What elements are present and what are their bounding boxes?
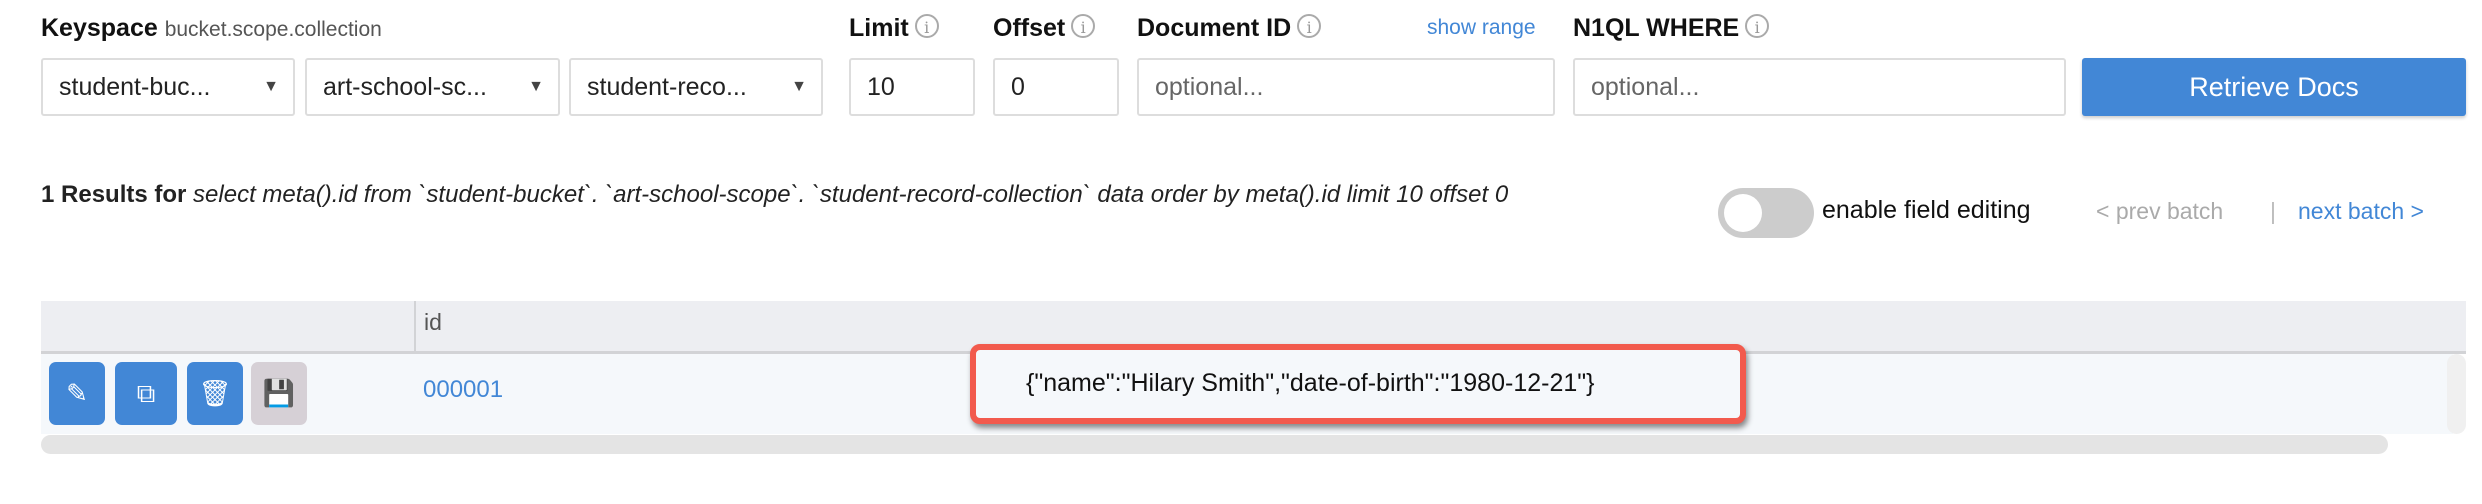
document-id-link[interactable]: 000001 — [423, 376, 503, 404]
document-id-label-text: Document ID — [1137, 14, 1292, 42]
limit-label: Limit i — [849, 14, 939, 43]
trash-icon: 🗑 — [198, 378, 232, 408]
limit-input[interactable]: 10 — [849, 58, 975, 116]
caret-down-icon: ▼ — [528, 78, 544, 95]
bucket-value: student-buc... — [59, 73, 211, 101]
scope-select[interactable]: art-school-sc... ▼ — [305, 58, 560, 116]
caret-down-icon: ▼ — [791, 78, 807, 95]
toggle-knob — [1724, 194, 1762, 232]
keyspace-label: Keyspace bucket.scope.collection — [41, 14, 382, 43]
collection-value: student-reco... — [587, 73, 747, 101]
caret-down-icon: ▼ — [263, 78, 279, 95]
document-id-input[interactable]: optional... — [1137, 58, 1555, 116]
save-icon: 💾 — [262, 378, 296, 408]
column-divider — [414, 301, 416, 351]
keyspace-label-text: Keyspace — [41, 14, 158, 42]
edit-button[interactable]: ✎ — [49, 362, 105, 425]
vertical-scrollbar[interactable] — [2447, 354, 2466, 434]
offset-label-text: Offset — [993, 14, 1066, 42]
retrieve-docs-button[interactable]: Retrieve Docs — [2082, 58, 2466, 116]
info-icon[interactable]: i — [1071, 14, 1096, 38]
results-query: select meta().id from `student-bucket`. … — [193, 181, 1509, 208]
info-icon[interactable]: i — [1297, 14, 1322, 38]
delete-button[interactable]: 🗑 — [187, 362, 243, 425]
document-id-label: Document ID i — [1137, 14, 1322, 43]
collection-select[interactable]: student-reco... ▼ — [569, 58, 823, 116]
offset-input[interactable]: 0 — [993, 58, 1119, 116]
document-json-cell[interactable]: {"name":"Hilary Smith","date-of-birth":"… — [970, 344, 1746, 424]
offset-label: Offset i — [993, 14, 1096, 43]
batch-separator: | — [2270, 198, 2276, 224]
keyspace-hint: bucket.scope.collection — [164, 18, 382, 41]
info-icon[interactable]: i — [914, 14, 939, 38]
scope-value: art-school-sc... — [323, 73, 487, 101]
results-count: 1 Results for — [41, 181, 187, 208]
results-summary: 1 Results for select meta().id from `stu… — [41, 176, 1701, 214]
n1ql-where-label: N1QL WHERE i — [1573, 14, 1770, 43]
n1ql-where-input[interactable]: optional... — [1573, 58, 2066, 116]
pencil-icon: ✎ — [66, 378, 88, 408]
horizontal-scrollbar[interactable] — [41, 435, 2388, 454]
enable-field-editing-label: enable field editing — [1822, 196, 2031, 224]
info-icon[interactable]: i — [1745, 14, 1770, 38]
show-range-link[interactable]: show range — [1427, 16, 1536, 40]
copy-icon: ⧉ — [136, 378, 156, 408]
bucket-select[interactable]: student-buc... ▼ — [41, 58, 295, 116]
enable-field-editing-toggle[interactable] — [1718, 188, 1814, 238]
next-batch-link[interactable]: next batch > — [2298, 198, 2424, 225]
n1ql-where-label-text: N1QL WHERE — [1573, 14, 1740, 42]
copy-button[interactable]: ⧉ — [115, 362, 177, 425]
limit-label-text: Limit — [849, 14, 909, 42]
save-button[interactable]: 💾 — [251, 362, 307, 425]
column-header-id[interactable]: id — [424, 309, 442, 336]
prev-batch-link[interactable]: < prev batch — [2096, 198, 2223, 225]
